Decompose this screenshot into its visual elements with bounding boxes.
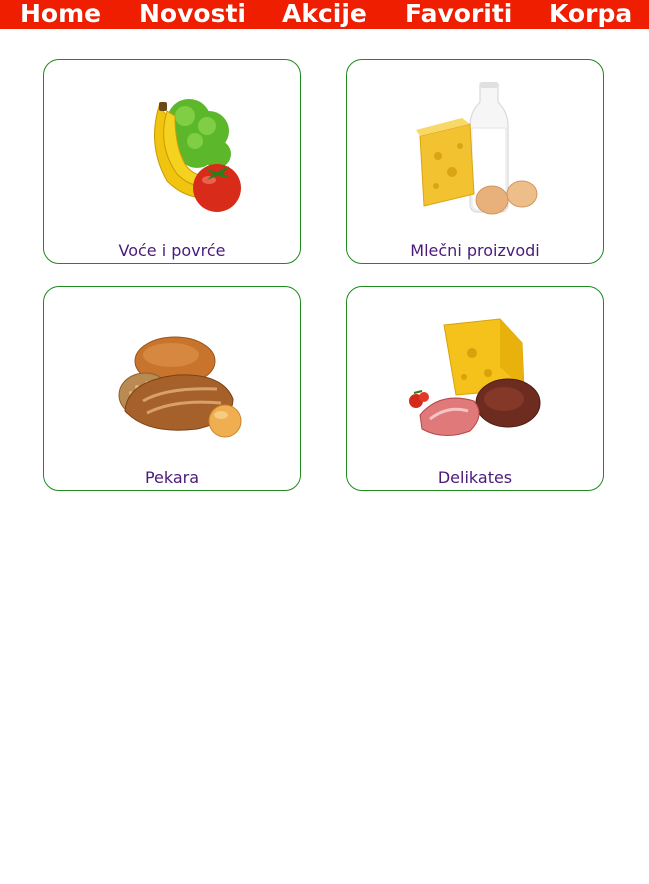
category-card-pekara[interactable]: Pekara — [43, 286, 301, 491]
nav-korpa[interactable]: Korpa — [549, 0, 632, 29]
dairy-image — [400, 76, 550, 226]
nav-favoriti[interactable]: Favoriti — [405, 0, 512, 29]
category-card-mlecni-proizvodi[interactable]: Mlečni proizvodi — [346, 59, 604, 264]
nav-akcije[interactable]: Akcije — [282, 0, 367, 29]
category-card-voce-i-povrce[interactable]: Voće i povrće — [43, 59, 301, 264]
category-label: Pekara — [144, 468, 200, 487]
nav-novosti[interactable]: Novosti — [139, 0, 246, 29]
delicatessen-image — [400, 303, 550, 453]
fruit-vegetables-image — [97, 76, 247, 226]
nav-home[interactable]: Home — [20, 0, 101, 29]
bakery-image — [97, 303, 247, 453]
category-label: Delikates — [437, 468, 513, 487]
top-nav-bar: Home Novosti Akcije Favoriti Korpa — [0, 0, 649, 29]
category-card-delikates[interactable]: Delikates — [346, 286, 604, 491]
category-label: Mlečni proizvodi — [410, 241, 540, 260]
category-label: Voće i povrće — [118, 241, 226, 260]
